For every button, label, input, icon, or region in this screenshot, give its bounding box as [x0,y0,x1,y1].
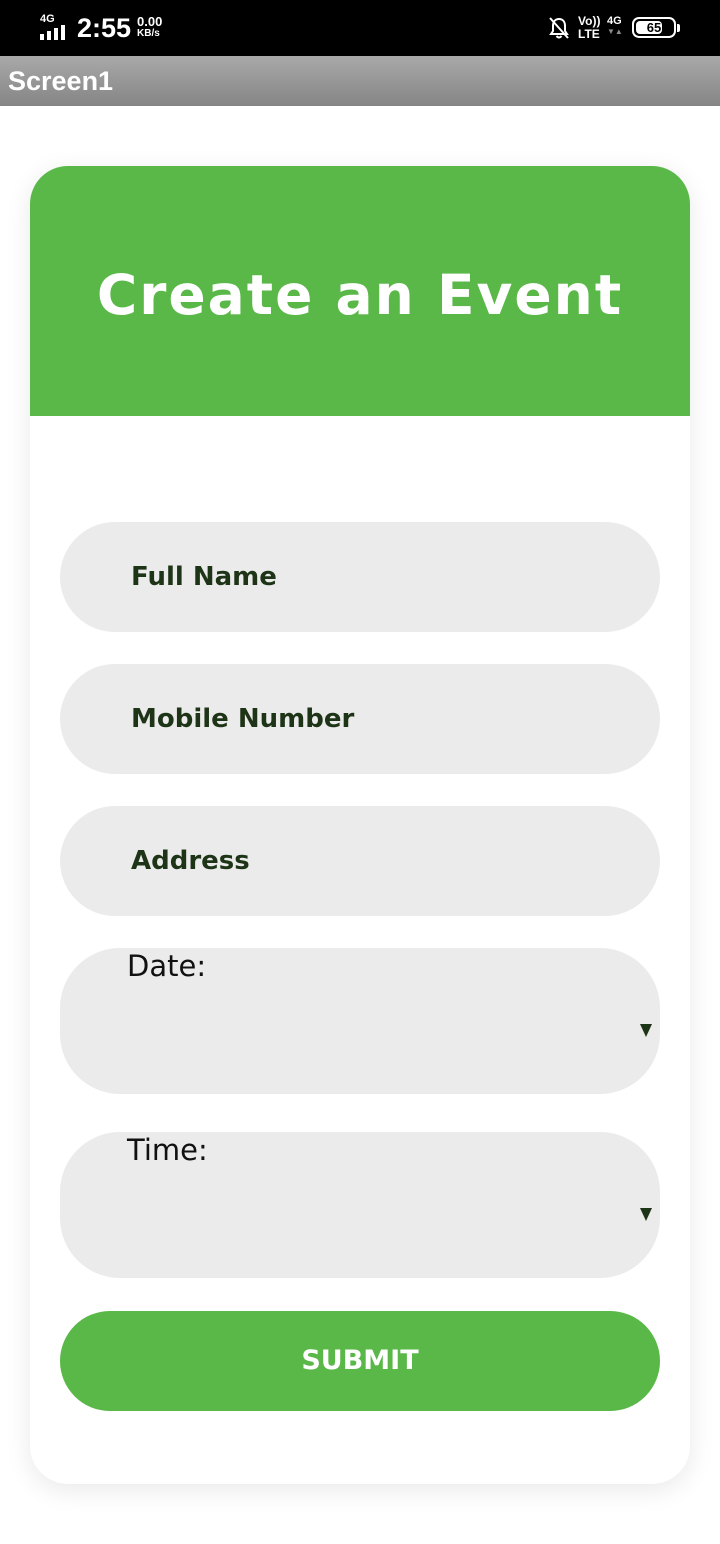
network-speed-value: 0.00 [137,14,163,29]
network-speed: 0.00 KB/s [137,15,162,40]
date-picker[interactable]: Date: [60,948,660,1094]
network-speed-unit: KB/s [137,28,160,39]
address-placeholder: Address [131,846,250,876]
network-type: 4G [40,13,55,25]
date-label: Date: [127,949,207,983]
status-bar: 4G 2:55 0.00 KB/s Vo)) LTE 4G ▼▲ 65 [0,0,720,56]
submit-button[interactable]: SUBMIT [60,1311,660,1411]
time-picker[interactable]: Time: [60,1132,660,1278]
clock: 2:55 [77,13,132,43]
mobile-number-field[interactable]: Mobile Number [60,664,660,774]
data-activity-icon: ▼▲ [607,27,623,36]
card-header: Create an Event [30,166,690,416]
screen-title: Screen1 [8,66,114,96]
dropdown-arrow-icon[interactable] [640,1208,652,1221]
lte-label: LTE [578,27,600,41]
battery-icon: 65 [632,17,680,38]
volte-indicator: Vo)) LTE [578,15,600,41]
network-type-right: 4G [607,15,622,27]
time-label: Time: [127,1133,208,1167]
data-network-indicator: 4G ▼▲ [607,15,623,37]
full-name-placeholder: Full Name [131,562,277,592]
mobile-number-placeholder: Mobile Number [131,704,355,734]
full-name-field[interactable]: Full Name [60,522,660,632]
submit-label: SUBMIT [301,1345,419,1376]
battery-level: 65 [646,20,662,35]
signal-bars-icon: 4G [40,14,72,40]
mute-bell-icon [548,16,570,40]
event-form-card: Create an Event Full Name Mobile Number … [30,166,690,1484]
form-heading: Create an Event [96,263,624,327]
address-field[interactable]: Address [60,806,660,916]
dropdown-arrow-icon[interactable] [640,1024,652,1037]
app-title-bar: Screen1 [0,56,720,106]
